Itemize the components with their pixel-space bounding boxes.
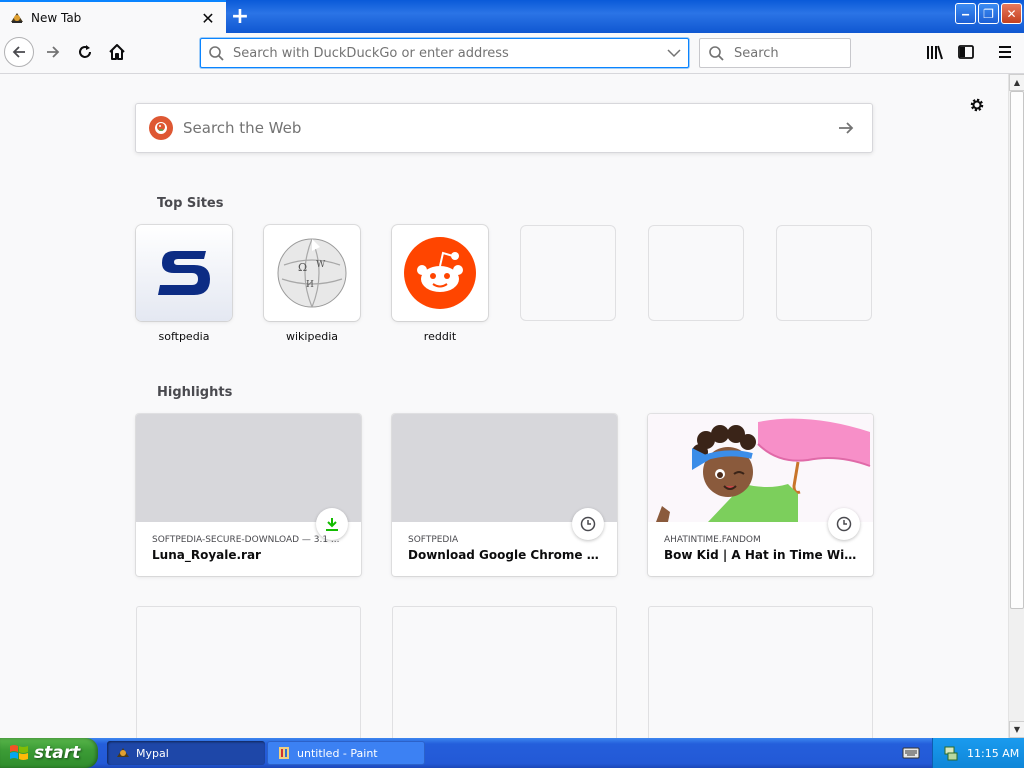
mypal-favicon-icon bbox=[11, 13, 23, 23]
paint-app-icon bbox=[279, 747, 289, 759]
card-title: Download Google Chrome Back... bbox=[408, 548, 603, 562]
card-thumbnail bbox=[392, 414, 617, 522]
web-search-input[interactable] bbox=[183, 119, 826, 137]
home-button[interactable] bbox=[102, 37, 132, 67]
new-tab-page: Top Sites softpedia Ω W И wikipedia bbox=[0, 74, 1008, 738]
highlight-empty-slot bbox=[136, 606, 361, 738]
taskbar-item-label: untitled - Paint bbox=[297, 746, 378, 760]
tab-new-tab[interactable]: New Tab ✕ bbox=[0, 0, 226, 34]
top-site-wikipedia[interactable]: Ω W И bbox=[264, 225, 360, 321]
svg-text:W: W bbox=[316, 260, 326, 270]
highlight-card[interactable]: AHATINTIME.FANDOM Bow Kid | A Hat in Tim… bbox=[648, 414, 873, 576]
top-site-empty-slot[interactable] bbox=[520, 225, 616, 321]
title-bar: New Tab ✕ + ‒ ❐ ✕ bbox=[0, 0, 1024, 34]
top-site-softpedia[interactable] bbox=[136, 225, 232, 321]
bow-kid-illustration bbox=[656, 418, 871, 522]
taskbar-item-paint[interactable]: untitled - Paint bbox=[267, 741, 425, 765]
softpedia-logo-icon bbox=[158, 251, 210, 295]
search-bar[interactable] bbox=[699, 38, 851, 68]
customize-button[interactable] bbox=[966, 94, 988, 116]
reload-button[interactable] bbox=[70, 37, 100, 67]
top-site-empty-slot[interactable] bbox=[776, 225, 872, 321]
gear-icon bbox=[970, 98, 984, 112]
search-icon bbox=[209, 46, 224, 61]
url-bar[interactable] bbox=[200, 38, 689, 68]
clock-icon bbox=[836, 516, 852, 532]
highlight-card[interactable]: SOFTPEDIA Download Google Chrome Back... bbox=[392, 414, 617, 576]
network-tray-icon[interactable] bbox=[943, 745, 959, 761]
close-window-button[interactable]: ✕ bbox=[1001, 3, 1022, 24]
card-title: Luna_Royale.rar bbox=[152, 548, 261, 562]
top-site-empty-slot[interactable] bbox=[648, 225, 744, 321]
forward-button[interactable] bbox=[38, 37, 68, 67]
forward-icon bbox=[47, 46, 60, 58]
browser-window: New Tab ✕ + ‒ ❐ ✕ Search with DuckDuckGo… bbox=[0, 0, 1024, 768]
start-label: start bbox=[34, 743, 81, 763]
arrow-right-icon bbox=[839, 122, 854, 134]
windows-logo-icon bbox=[10, 745, 28, 760]
tab-close-icon[interactable]: ✕ bbox=[196, 6, 220, 30]
vertical-scrollbar[interactable]: ▲ ▼ bbox=[1008, 74, 1024, 738]
maximize-button[interactable]: ❐ bbox=[978, 3, 999, 24]
highlight-card[interactable]: SOFTPEDIA-SECURE-DOWNLOAD — 3.1 ... Luna… bbox=[136, 414, 361, 576]
taskbar-item-label: Mypal bbox=[136, 746, 169, 760]
reddit-logo-icon bbox=[404, 237, 476, 309]
highlights-heading[interactable]: Highlights bbox=[157, 385, 232, 400]
search-submit-button[interactable] bbox=[826, 108, 866, 148]
start-button[interactable]: start bbox=[0, 738, 98, 768]
card-thumbnail bbox=[648, 414, 873, 522]
library-icon bbox=[927, 45, 943, 60]
taskbar-item-mypal[interactable]: Mypal bbox=[107, 741, 265, 765]
url-input[interactable] bbox=[233, 45, 660, 61]
clock: 11:15 AM bbox=[967, 746, 1020, 760]
scrollbar-thumb[interactable] bbox=[1010, 91, 1024, 609]
web-search-box[interactable] bbox=[135, 103, 873, 153]
card-title: Bow Kid | A Hat in Time Wiki | Fa... bbox=[664, 548, 859, 562]
back-icon bbox=[12, 46, 25, 58]
clock-icon bbox=[580, 516, 596, 532]
scroll-down-arrow-icon[interactable]: ▼ bbox=[1009, 721, 1024, 738]
navigation-toolbar bbox=[0, 33, 1024, 74]
new-tab-button[interactable]: + bbox=[226, 0, 254, 32]
top-site-label: softpedia bbox=[158, 330, 210, 343]
scroll-up-arrow-icon[interactable]: ▲ bbox=[1009, 74, 1024, 91]
wikipedia-globe-icon: Ω W И bbox=[277, 238, 347, 308]
card-context: AHATINTIME.FANDOM bbox=[664, 535, 761, 545]
sidebar-icon bbox=[958, 45, 974, 59]
top-site-reddit[interactable] bbox=[392, 225, 488, 321]
duckduckgo-logo-icon bbox=[149, 116, 173, 140]
system-tray: 11:15 AM bbox=[932, 738, 1024, 768]
search-input[interactable] bbox=[734, 45, 844, 61]
sidebar-button[interactable] bbox=[951, 37, 981, 67]
card-thumbnail bbox=[136, 414, 361, 522]
open-menu-button[interactable] bbox=[990, 37, 1020, 67]
chevron-down-icon[interactable] bbox=[660, 44, 688, 62]
back-button[interactable] bbox=[4, 37, 34, 67]
svg-text:Ω: Ω bbox=[298, 261, 307, 274]
top-sites-heading[interactable]: Top Sites bbox=[157, 196, 224, 211]
top-site-label: reddit bbox=[423, 330, 457, 343]
highlight-empty-slot bbox=[648, 606, 873, 738]
minimize-button[interactable]: ‒ bbox=[955, 3, 976, 24]
download-icon bbox=[326, 518, 338, 531]
card-context: SOFTPEDIA bbox=[408, 535, 459, 545]
top-site-label: wikipedia bbox=[285, 330, 338, 343]
mypal-app-icon bbox=[117, 748, 129, 757]
home-icon bbox=[109, 44, 125, 60]
tab-title: New Tab bbox=[31, 11, 82, 25]
keyboard-icon[interactable] bbox=[902, 745, 920, 761]
reload-icon bbox=[79, 45, 91, 58]
highlight-empty-slot bbox=[392, 606, 617, 738]
search-icon bbox=[709, 46, 724, 61]
card-context: SOFTPEDIA-SECURE-DOWNLOAD — 3.1 ... bbox=[152, 535, 340, 545]
svg-text:И: И bbox=[306, 280, 314, 290]
hamburger-menu-icon bbox=[999, 46, 1011, 58]
library-button[interactable] bbox=[920, 37, 950, 67]
windows-taskbar: start Mypal untitled - Paint 11:15 AM bbox=[0, 738, 1024, 768]
